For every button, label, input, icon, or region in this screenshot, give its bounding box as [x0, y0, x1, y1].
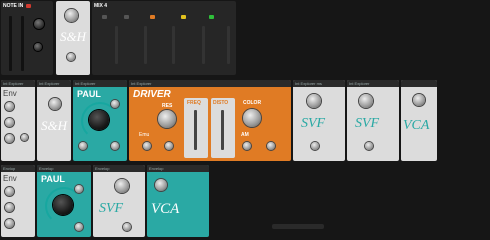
- paul2-knob-2[interactable]: [75, 185, 83, 193]
- env-module-row2: Envlop Env: [1, 165, 35, 237]
- note-in-knob[interactable]: [34, 19, 44, 29]
- driver-knob-right[interactable]: [165, 142, 173, 150]
- svf2-knob-2[interactable]: [365, 142, 373, 150]
- svf-header-row2: Envelop: [93, 165, 145, 172]
- note-in-knob-2[interactable]: [34, 43, 42, 51]
- mix-fader-2[interactable]: [144, 26, 147, 64]
- vca-knob-row1[interactable]: [413, 94, 425, 106]
- sh-knob-top[interactable]: [65, 9, 78, 22]
- note-in-slider-2[interactable]: [21, 16, 24, 71]
- paul-knob-2-row1[interactable]: [111, 100, 119, 108]
- env-header-row2: Envlop: [1, 165, 35, 172]
- res-label: RES: [162, 103, 173, 109]
- mix-title: MIX 4: [94, 3, 108, 9]
- env-title-row1: Env: [3, 89, 17, 98]
- driver-knob-left[interactable]: [143, 142, 151, 150]
- mix-ch3-button[interactable]: [150, 15, 155, 19]
- svf-title-row2: SVF: [99, 201, 124, 216]
- env-knob-s[interactable]: [5, 134, 14, 143]
- am-label: AM: [241, 132, 249, 138]
- color-knob[interactable]: [243, 109, 261, 127]
- mix-fader-3[interactable]: [172, 26, 175, 64]
- mix-fader-1[interactable]: [115, 26, 118, 64]
- env2-knob-a[interactable]: [5, 187, 14, 196]
- disto-section: DISTO: [211, 98, 235, 158]
- mix-fader-5[interactable]: [227, 26, 230, 64]
- mix-ch5-button[interactable]: [209, 15, 214, 19]
- freq-section: FREQ: [184, 98, 208, 158]
- env-knob-r[interactable]: [21, 134, 28, 141]
- res-knob[interactable]: [158, 110, 176, 128]
- svf1-knob-2[interactable]: [311, 142, 319, 150]
- svf1-title: SVF: [301, 116, 326, 131]
- sh-title-row1: S&H: [41, 118, 67, 133]
- mix-panel: MIX 4: [92, 1, 236, 75]
- svf2-header: Int Explorer: [347, 80, 399, 87]
- horizontal-scrollbar[interactable]: [272, 224, 324, 229]
- env2-knob-d[interactable]: [5, 203, 14, 212]
- mix-ch4-button[interactable]: [181, 15, 186, 19]
- mix-ch2-button[interactable]: [124, 15, 129, 19]
- vca-title-row1: VCA: [403, 118, 430, 133]
- sh-knob-row1[interactable]: [49, 98, 61, 110]
- svf2-title: SVF: [355, 116, 380, 131]
- env-header-row1: Int Explorer: [1, 80, 35, 87]
- vca2-knob[interactable]: [155, 179, 167, 191]
- svf-module-1: Int Explorer ms SVF: [293, 80, 345, 161]
- sh-knob-bottom[interactable]: [67, 53, 75, 61]
- paul2-knob-3[interactable]: [75, 223, 83, 231]
- svf1-knob-main[interactable]: [307, 94, 321, 108]
- driver-header: Int Explorer: [129, 80, 291, 87]
- emu-label: Emu: [139, 132, 150, 138]
- paul-module-row1: Int Explorer PAUL: [73, 80, 127, 161]
- note-in-panel: NOTE IN: [1, 1, 53, 75]
- sh-module-top: S&H: [56, 1, 90, 75]
- env-title-row2: Env: [3, 174, 17, 183]
- vca-header-row2: Envelop: [147, 165, 209, 172]
- freq-fader[interactable]: [194, 110, 197, 150]
- svf3-knob-2[interactable]: [123, 223, 131, 231]
- paul-header-row1: Int Explorer: [73, 80, 127, 87]
- svf3-knob-main[interactable]: [115, 179, 129, 193]
- note-in-record-button[interactable]: [26, 4, 31, 8]
- paul-main-knob-row1[interactable]: [89, 110, 109, 130]
- mix-fader-4[interactable]: [202, 26, 205, 64]
- svf-module-2: Int Explorer SVF: [347, 80, 399, 161]
- note-in-title: NOTE IN: [3, 3, 24, 9]
- svf-module-row2: Envelop SVF: [93, 165, 145, 237]
- env-knob-a[interactable]: [5, 102, 14, 111]
- paul-knob-3-row1[interactable]: [79, 142, 87, 150]
- env2-knob-s[interactable]: [5, 219, 14, 228]
- paul-header-row2: Envelop: [37, 165, 91, 172]
- vca-module-row2: Envelop VCA: [147, 165, 209, 237]
- disto-fader[interactable]: [221, 110, 224, 150]
- env-knob-d[interactable]: [5, 118, 14, 127]
- paul-main-knob-row2[interactable]: [53, 195, 73, 215]
- svf2-knob-main[interactable]: [359, 94, 373, 108]
- paul-title-row2: PAUL: [41, 174, 65, 184]
- color-knob-right[interactable]: [267, 142, 275, 150]
- sh-module-row1: Int Explorer S&H: [37, 80, 71, 161]
- note-in-slider-1[interactable]: [9, 16, 12, 71]
- freq-label: FREQ: [187, 100, 201, 106]
- color-knob-left[interactable]: [243, 142, 251, 150]
- color-label: COLOR: [243, 100, 262, 106]
- paul-module-row2: Envelop PAUL: [37, 165, 91, 237]
- mix-ch1-button[interactable]: [102, 15, 107, 19]
- paul-title-row1: PAUL: [77, 89, 101, 99]
- env-module-row1: Int Explorer Env: [1, 80, 35, 161]
- vca-title-row2: VCA: [151, 201, 180, 217]
- sh-header-row1: Int Explorer: [37, 80, 71, 87]
- vca-module-row1: VCA: [401, 80, 437, 161]
- paul-knob-4-row1[interactable]: [111, 142, 119, 150]
- vca-header-row1: [401, 80, 437, 87]
- svf1-header: Int Explorer ms: [293, 80, 345, 87]
- driver-module: Int Explorer DRIVER RES Emu FREQ DISTO C…: [129, 80, 291, 161]
- sh-title-top: S&H: [60, 29, 86, 44]
- disto-label: DISTO: [213, 100, 229, 106]
- driver-title: DRIVER: [133, 89, 171, 100]
